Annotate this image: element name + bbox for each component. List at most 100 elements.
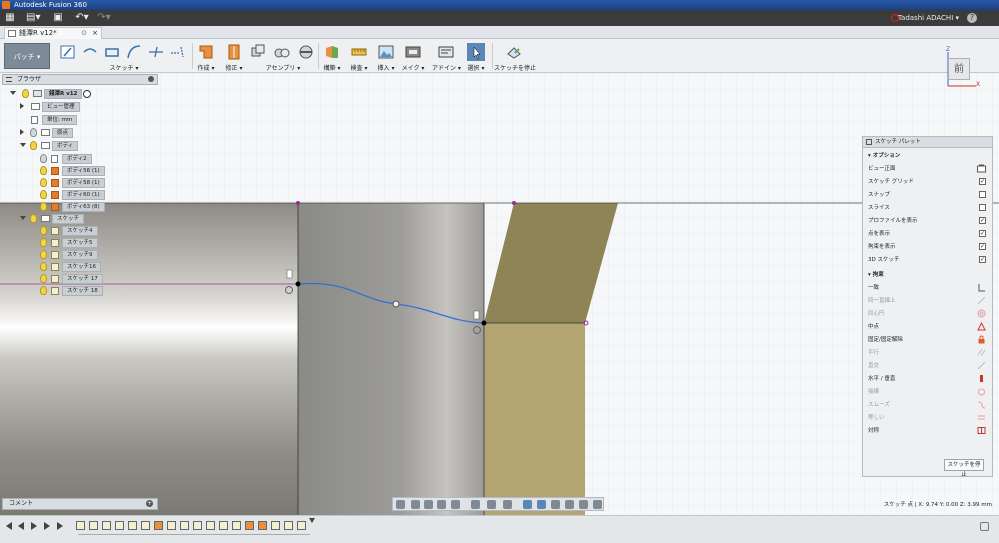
constraint-perpendicular[interactable]: 直交 <box>868 360 988 372</box>
expand-icon[interactable] <box>20 103 24 109</box>
timeline-sketch-feature[interactable] <box>102 521 111 530</box>
select-group[interactable]: 選択 ▾ <box>464 42 488 72</box>
make-group[interactable]: メイク ▾ <box>401 42 425 72</box>
visibility-bulb-icon[interactable] <box>40 166 47 175</box>
select-body-icon[interactable] <box>523 500 532 509</box>
timeline-sketch-feature[interactable] <box>271 521 280 530</box>
tangent-icon[interactable] <box>977 387 986 396</box>
constraint-collinear[interactable]: 同一直線上 <box>868 295 988 307</box>
horizontal-vertical-icon[interactable] <box>977 374 986 383</box>
timeline-settings-icon[interactable] <box>980 522 989 531</box>
inspect-group[interactable]: 検査 ▾ <box>347 42 371 72</box>
checkbox-checked[interactable]: ✓ <box>979 178 986 185</box>
timeline-sketch-feature[interactable] <box>180 521 189 530</box>
select-face-icon[interactable] <box>537 500 546 509</box>
option-slice[interactable]: スライス <box>868 202 988 214</box>
constraint-coincident[interactable]: 一致 <box>868 282 988 294</box>
gold-body[interactable] <box>484 323 585 515</box>
timeline-sketch-feature[interactable] <box>284 521 293 530</box>
constraint-parallel[interactable]: 平行 <box>868 347 988 359</box>
timeline-patch-feature[interactable] <box>154 521 163 530</box>
timeline-sketch-feature[interactable] <box>193 521 202 530</box>
visibility-bulb-icon[interactable] <box>30 214 37 223</box>
constraint-fix-unfix[interactable]: 固定/固定解除 <box>868 334 988 346</box>
select-sketch-icon[interactable] <box>579 500 588 509</box>
timeline-sketch-feature[interactable] <box>206 521 215 530</box>
assemble-group[interactable]: アセンブリ ▾ <box>248 42 318 72</box>
visibility-bulb-icon[interactable] <box>40 190 47 199</box>
close-tab-icon[interactable]: × <box>92 28 98 39</box>
shaft-body[interactable] <box>298 203 484 515</box>
constraint-symmetry[interactable]: 対称 <box>868 425 988 437</box>
timeline-patch-feature[interactable] <box>258 521 267 530</box>
sketch-group[interactable]: スケッチ ▾ <box>56 42 192 72</box>
constraint-horizontal-vertical[interactable]: 水平 / 垂直 <box>868 373 988 385</box>
timeline-sketch-feature[interactable] <box>232 521 241 530</box>
perpendicular-icon[interactable] <box>977 361 986 370</box>
save-icon[interactable]: ▣ <box>52 12 64 24</box>
coincident-icon[interactable] <box>977 283 986 292</box>
smooth-icon[interactable] <box>977 400 986 409</box>
timeline-sketch-feature[interactable] <box>219 521 228 530</box>
option-snap[interactable]: スナップ <box>868 189 988 201</box>
timeline-sketch-feature[interactable] <box>297 521 306 530</box>
visibility-bulb-icon[interactable] <box>22 89 29 98</box>
checkbox-checked[interactable]: ✓ <box>979 243 986 250</box>
timeline-sketch-feature[interactable] <box>128 521 137 530</box>
timeline-sketch-feature[interactable] <box>115 521 124 530</box>
concentric-icon[interactable] <box>977 309 986 318</box>
stop-sketch-button[interactable]: スケッチを停止 <box>944 459 984 478</box>
equal-icon[interactable] <box>977 413 986 422</box>
checkbox-checked[interactable]: ✓ <box>979 256 986 263</box>
midpoint-icon[interactable] <box>977 322 986 331</box>
timeline-patch-feature[interactable] <box>245 521 254 530</box>
add-comment-icon[interactable]: + <box>146 500 153 507</box>
options-section-header[interactable]: ▾ オプション <box>868 150 988 162</box>
expand-icon[interactable] <box>20 129 24 135</box>
redo-icon[interactable]: ↷▾ <box>96 12 112 24</box>
sketch-point[interactable] <box>512 201 516 205</box>
addins-group[interactable]: アドイン ▾ <box>432 42 461 72</box>
visibility-bulb-icon[interactable] <box>40 250 47 259</box>
selection-filter-icon[interactable] <box>593 500 602 509</box>
look-at-icon[interactable] <box>411 500 420 509</box>
checkbox-checked[interactable]: ✓ <box>979 230 986 237</box>
fix-constraint-icon[interactable] <box>473 310 480 320</box>
sketch-point[interactable] <box>296 201 300 205</box>
visibility-bulb-icon[interactable] <box>40 154 47 163</box>
expand-icon[interactable] <box>20 143 26 147</box>
visibility-bulb-icon[interactable] <box>40 202 47 211</box>
checkbox-checked[interactable]: ✓ <box>979 217 986 224</box>
constraint-equal[interactable]: 等しい <box>868 412 988 424</box>
sketch-palette-header[interactable]: スケッチ パレット <box>863 137 992 148</box>
timeline-sketch-feature[interactable] <box>76 521 85 530</box>
select-edge-icon[interactable] <box>551 500 560 509</box>
constraints-section-header[interactable]: ▾ 拘束 <box>868 269 988 281</box>
expand-icon[interactable] <box>10 91 16 95</box>
play-icon[interactable] <box>31 522 37 530</box>
help-icon[interactable]: ? <box>967 13 977 23</box>
constraint-smooth[interactable]: スムーズ <box>868 399 988 411</box>
pin-icon[interactable] <box>148 76 154 82</box>
constraint-concentric[interactable]: 同心円 <box>868 308 988 320</box>
collapse-palette-icon[interactable] <box>866 139 872 145</box>
document-tab[interactable]: 錢潭R v12* ⊙ × <box>4 27 102 39</box>
spline-fit-point[interactable] <box>392 300 400 308</box>
file-menu-icon[interactable]: ▤▾ <box>26 12 40 24</box>
symmetry-icon[interactable] <box>977 426 986 435</box>
collinear-icon[interactable] <box>977 296 986 305</box>
activate-radio-icon[interactable] <box>83 90 91 98</box>
spline-end-point[interactable] <box>481 320 487 326</box>
constraint-midpoint[interactable]: 中点 <box>868 321 988 333</box>
checkbox-unchecked[interactable] <box>979 191 986 198</box>
option-show-profile[interactable]: プロファイルを表示 ✓ <box>868 215 988 227</box>
go-to-start-icon[interactable] <box>6 522 12 530</box>
visibility-bulb-icon[interactable] <box>30 141 37 150</box>
orbit-icon[interactable] <box>396 500 405 509</box>
visibility-bulb-icon[interactable] <box>40 274 47 283</box>
go-to-end-icon[interactable] <box>57 522 63 530</box>
modify-group[interactable]: 修正 ▾ <box>222 42 246 72</box>
collapse-browser-icon[interactable] <box>6 77 12 82</box>
zoom-icon[interactable] <box>437 500 446 509</box>
data-panel-grid-icon[interactable]: ▦ <box>4 12 16 24</box>
